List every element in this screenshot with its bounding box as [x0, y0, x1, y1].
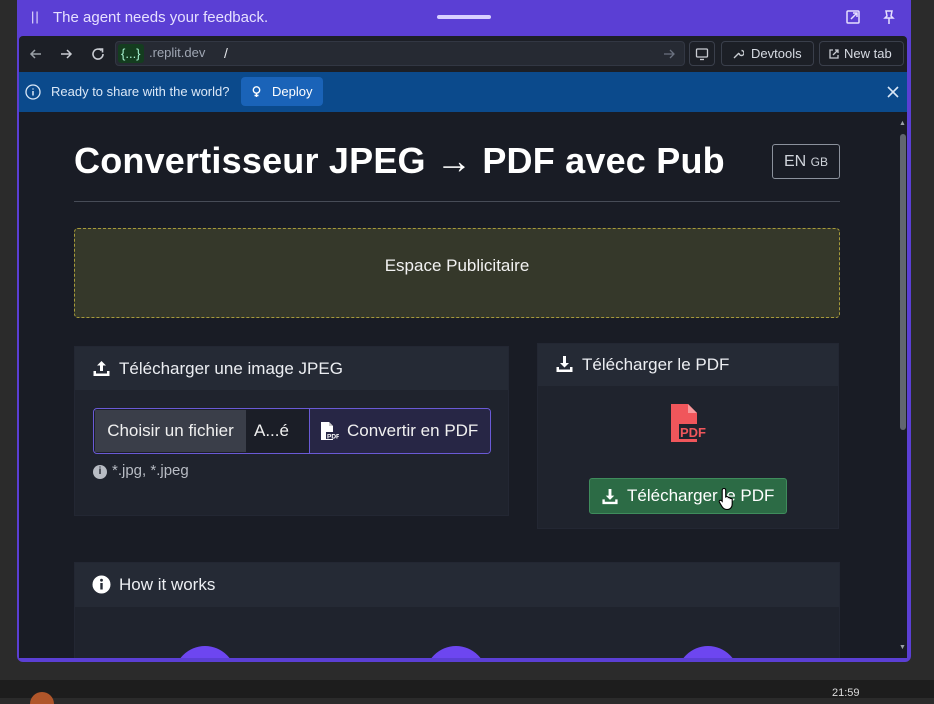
taskbar-clock: 21:59	[832, 687, 860, 699]
file-type-hint: i *.jpg, *.jpeg	[93, 462, 189, 479]
choose-file-button[interactable]: Choisir un fichier	[95, 410, 246, 452]
url-bar[interactable]: {...} .replit.dev /	[115, 41, 685, 66]
pin-icon[interactable]	[880, 8, 898, 26]
scroll-down-arrow[interactable]: ▼	[899, 644, 906, 651]
pause-icon[interactable]: ||	[31, 9, 40, 24]
agent-feedback-bar: || The agent needs your feedback.	[17, 0, 911, 34]
file-input-group: Choisir un fichier A...é PDF Convertir e…	[93, 408, 491, 454]
new-tab-button[interactable]: New tab	[819, 41, 904, 66]
hint-text: *.jpg, *.jpeg	[112, 462, 189, 479]
forward-icon[interactable]	[57, 45, 75, 63]
convert-to-pdf-button[interactable]: PDF Convertir en PDF	[309, 409, 490, 453]
svg-text:PDF: PDF	[680, 425, 706, 440]
deploy-prompt: Ready to share with the world?	[51, 84, 230, 99]
os-taskbar: 21:59	[0, 680, 934, 704]
how-it-works-card: How it works	[74, 562, 840, 658]
url-domain: .replit.dev	[149, 45, 206, 60]
language-flag: GB	[810, 155, 829, 169]
browser-window: || The agent needs your feedback. {...} …	[17, 0, 911, 662]
url-path: /	[224, 45, 228, 61]
new-tab-label: New tab	[844, 46, 892, 61]
pdf-file-icon: PDF	[671, 404, 708, 442]
upload-card-title: Télécharger une image JPEG	[119, 359, 343, 378]
close-icon[interactable]	[885, 84, 901, 100]
download-icon	[602, 488, 618, 505]
go-icon[interactable]	[662, 47, 676, 61]
language-label: EN	[783, 153, 807, 170]
url-host-badge: {...}	[118, 44, 144, 63]
back-icon[interactable]	[27, 45, 45, 63]
reload-icon[interactable]	[89, 45, 107, 63]
scroll-up-arrow[interactable]: ▲	[899, 120, 906, 127]
pdf-file-icon: PDF	[321, 422, 339, 441]
download-pdf-label: Télécharger le PDF	[627, 486, 775, 505]
download-card: Télécharger le PDF PDF Télécharger le PD…	[537, 343, 839, 529]
cursor-hand-icon	[718, 487, 733, 511]
download-pdf-button[interactable]: Télécharger le PDF	[589, 478, 787, 514]
app-viewport: Convertisseur JPEG → PDF avec Pub EN GB …	[19, 112, 898, 658]
download-icon	[556, 356, 573, 372]
drag-handle[interactable]	[437, 15, 491, 19]
upload-icon	[93, 361, 110, 376]
wrench-icon	[733, 49, 744, 59]
info-icon	[92, 575, 111, 594]
screen-icon	[695, 48, 709, 61]
devtools-label: Devtools	[751, 46, 802, 61]
ad-label: Espace Publicitaire	[384, 256, 530, 275]
download-card-header: Télécharger le PDF	[538, 344, 838, 386]
external-link-icon	[829, 49, 839, 59]
upload-card-header: Télécharger une image JPEG	[75, 347, 508, 390]
download-card-title: Télécharger le PDF	[582, 355, 730, 374]
page-scrollbar[interactable]: ▲ ▼	[898, 112, 907, 658]
how-it-works-title: How it works	[119, 575, 216, 594]
page-title: Convertisseur JPEG → PDF avec Pub	[74, 140, 725, 181]
browser-toolbar: {...} .replit.dev / Devtools New tab	[19, 36, 907, 72]
screen-button[interactable]	[689, 41, 715, 66]
info-icon	[25, 84, 41, 100]
svg-text:PDF: PDF	[327, 434, 339, 441]
how-it-works-header: How it works	[75, 563, 839, 607]
selected-file-name: A...é	[254, 421, 289, 440]
ad-space: Espace Publicitaire	[74, 228, 840, 318]
deploy-label: Deploy	[272, 84, 313, 99]
devtools-button[interactable]: Devtools	[721, 41, 814, 66]
deploy-button[interactable]: Deploy	[241, 77, 323, 106]
language-toggle-button[interactable]: EN GB	[772, 144, 840, 179]
agent-message: The agent needs your feedback.	[53, 9, 269, 26]
deploy-icon	[252, 86, 261, 97]
scrollbar-thumb[interactable]	[900, 134, 906, 430]
popout-icon[interactable]	[844, 8, 862, 26]
deploy-info-bar: Ready to share with the world? Deploy	[19, 72, 907, 112]
taskbar-app-icon[interactable]	[30, 692, 54, 704]
hint-info-icon: i	[93, 465, 107, 479]
convert-label: Convertir en PDF	[347, 421, 479, 440]
title-divider	[74, 201, 840, 202]
upload-card: Télécharger une image JPEG Choisir un fi…	[74, 346, 509, 516]
